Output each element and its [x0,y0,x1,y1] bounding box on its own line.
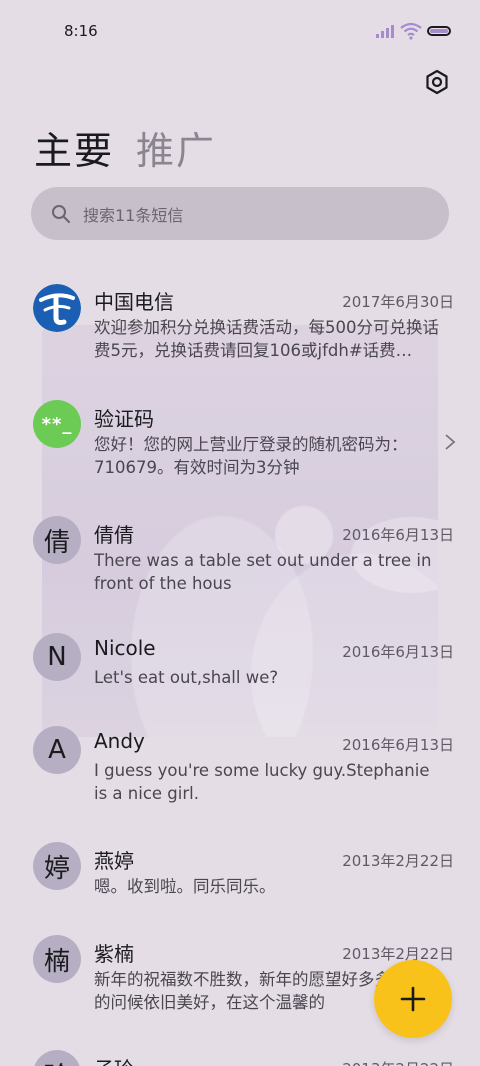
avatar: 玲 [33,1050,81,1066]
message-date: 2017年6月30日 [342,293,454,311]
message-date: 2013年2月22日 [342,852,454,870]
new-message-button[interactable] [374,960,452,1038]
avatar: 婷 [33,842,81,890]
message-sender: 中国电信 [94,290,174,314]
avatar: A [33,726,81,774]
message-item[interactable]: 中国电信 2017年6月30日 欢迎参加积分兑换话费活动，每500分可兑换话费5… [0,284,480,374]
tab-bar: 主要 推广 [34,120,216,175]
message-sender: 倩倩 [94,523,134,547]
message-date: 2016年6月13日 [342,526,454,544]
message-sender: Andy [94,729,145,753]
message-date: 2013年2月22日 [342,945,454,963]
search-input[interactable]: 搜索11条短信 [31,187,449,240]
message-sender: 燕婷 [94,849,134,873]
message-date: 2016年6月13日 [342,643,454,661]
search-icon [52,204,70,223]
status-time: 8:16 [64,22,98,40]
message-date: 2013年2月22日 [342,1058,454,1066]
message-item[interactable]: **_ 验证码 您好！您的网上营业厅登录的随机密码为：710679。有效时间为3… [0,400,480,490]
message-preview: 您好！您的网上营业厅登录的随机密码为：710679。有效时间为3分钟 [94,435,408,477]
message-sender: Nicole [94,636,156,660]
message-preview: I guess you're some lucky guy.Stephanie … [94,761,430,803]
wifi-icon [400,22,422,40]
avatar: 倩 [33,516,81,564]
signal-icon [376,24,396,38]
settings-button[interactable] [422,67,452,97]
verification-avatar: **_ [33,400,81,448]
settings-icon [426,69,448,95]
avatar: 楠 [33,935,81,983]
message-sender: 验证码 [94,407,154,431]
message-item[interactable]: N Nicole 2016年6月13日 Let's eat out,shall … [0,633,480,703]
avatar: N [33,633,81,681]
message-preview: 欢迎参加积分兑换话费活动，每500分可兑换话费5元，兑换话费请回复106或jfd… [94,318,439,360]
message-date: 2016年6月13日 [342,736,454,754]
plus-icon [400,986,426,1012]
message-preview: 嗯。收到啦。同乐同乐。 [94,877,276,896]
message-sender: 紫楠 [94,942,134,966]
message-item[interactable]: A Andy 2016年6月13日 I guess you're some lu… [0,726,480,816]
message-item[interactable]: 婷 燕婷 2013年2月22日 嗯。收到啦。同乐同乐。 [0,842,480,912]
search-placeholder: 搜索11条短信 [83,205,184,225]
message-item[interactable]: 倩 倩倩 2016年6月13日 There was a table set ou… [0,516,480,606]
message-item[interactable]: 玲 子玲 2013年2月22日 [0,1050,480,1066]
status-bar: 8:16 [0,0,480,60]
message-preview: There was a table set out under a tree i… [94,551,432,593]
message-sender: 子玲 [94,1053,134,1066]
chevron-right-icon[interactable] [444,433,456,451]
message-preview: Let's eat out,shall we? [94,668,279,687]
tab-promotions[interactable]: 推广 [136,120,216,175]
china-telecom-logo-icon [33,284,81,332]
battery-icon [427,26,451,36]
tab-primary[interactable]: 主要 [34,120,114,175]
